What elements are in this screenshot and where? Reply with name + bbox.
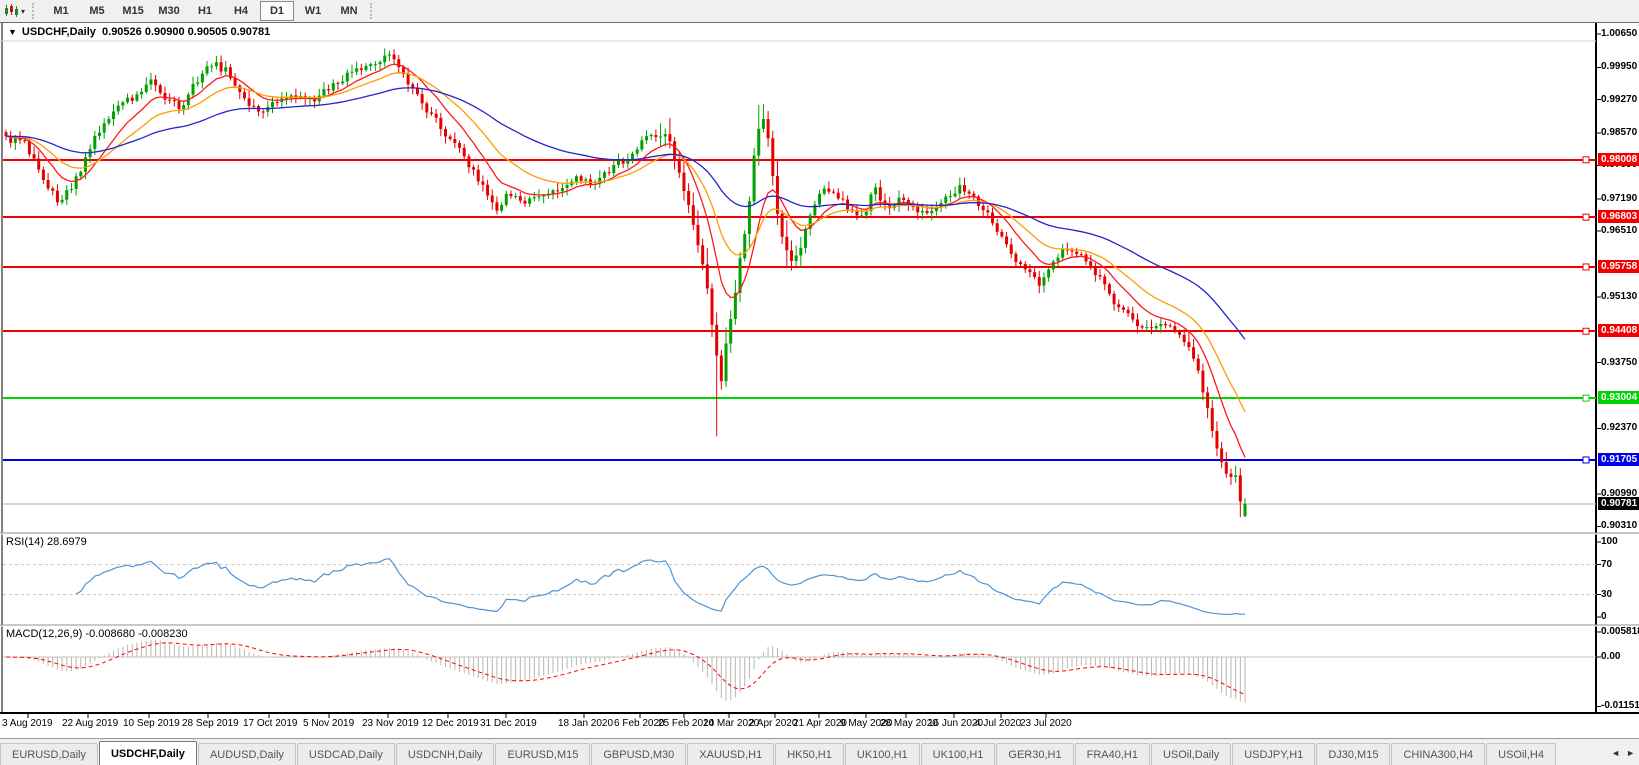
date-axis-label: 5 Nov 2019 <box>303 718 354 729</box>
chart-tab-dj30-m15[interactable]: DJ30,M15 <box>1316 743 1390 765</box>
date-axis-label: 21 Apr 2020 <box>793 718 847 729</box>
price-axis-tick: 0.98570 <box>1601 127 1637 138</box>
chart-tab-uk100-h1[interactable]: UK100,H1 <box>845 743 920 765</box>
date-axis-label: 2 Apr 2020 <box>749 718 797 729</box>
level-price-label: 0.94408 <box>1598 324 1639 337</box>
level-price-label: 0.93004 <box>1598 391 1639 404</box>
level-price-label: 0.95758 <box>1598 260 1639 273</box>
level-price-label: 0.96803 <box>1598 210 1639 223</box>
chart-tab-uk100-h1[interactable]: UK100,H1 <box>921 743 996 765</box>
symbol-title: USDCHF,Daily <box>22 26 96 38</box>
chart-tab-eurusd-m15[interactable]: EURUSD,M15 <box>495 743 590 765</box>
date-axis-label: 31 Dec 2019 <box>480 718 537 729</box>
timeframe-button-m5[interactable]: M5 <box>80 1 114 21</box>
candlestick-chart-icon[interactable] <box>3 4 19 18</box>
chart-tab-gbpusd-m30[interactable]: GBPUSD,M30 <box>591 743 686 765</box>
chart-tab-usoil-daily[interactable]: USOil,Daily <box>1151 743 1231 765</box>
level-price-label: 0.91705 <box>1598 453 1639 466</box>
level-price-label: 0.98008 <box>1598 153 1639 166</box>
rsi-axis-tick: 100 <box>1601 536 1618 547</box>
rsi-axis-tick: 30 <box>1601 589 1612 600</box>
date-axis-label: 12 Dec 2019 <box>422 718 479 729</box>
date-axis-label: 28 Sep 2019 <box>182 718 239 729</box>
chart-tab-xauusd-h1[interactable]: XAUUSD,H1 <box>687 743 774 765</box>
price-axis-tick: 1.00650 <box>1601 28 1637 39</box>
date-axis-label: 22 Aug 2019 <box>62 718 118 729</box>
price-axis-tick: 0.97190 <box>1601 193 1637 204</box>
date-axis-label: 10 Sep 2019 <box>123 718 180 729</box>
timeframe-button-w1[interactable]: W1 <box>296 1 330 21</box>
timeframe-button-mn[interactable]: MN <box>332 1 366 21</box>
chart-tab-usdcnh-daily[interactable]: USDCNH,Daily <box>396 743 495 765</box>
timeframe-button-m15[interactable]: M15 <box>116 1 150 21</box>
macd-axis-tick: 0.00 <box>1601 651 1620 662</box>
toolbar-grip[interactable] <box>32 3 37 19</box>
collapse-caret-icon[interactable]: ▼ <box>8 27 17 37</box>
date-axis-label: 3 Aug 2019 <box>2 718 53 729</box>
tab-scroll-arrows: ◄ ► <box>1607 742 1639 764</box>
macd-axis-tick: 0.005818 <box>1601 626 1639 637</box>
price-axis-tick: 0.93750 <box>1601 357 1637 368</box>
macd-axis-tick: -0.011514 <box>1601 700 1639 711</box>
chart-tab-hk50-h1[interactable]: HK50,H1 <box>775 743 844 765</box>
price-axis-tick: 0.95130 <box>1601 291 1637 302</box>
date-axis-label: 23 Jul 2020 <box>1020 718 1072 729</box>
timeframe-button-h1[interactable]: H1 <box>188 1 222 21</box>
tab-scroll-right-icon[interactable]: ► <box>1626 748 1635 758</box>
chart-title-bar: ▼ USDCHF,Daily 0.90526 0.90900 0.90505 0.… <box>8 26 270 38</box>
chart-tab-eurusd-daily[interactable]: EURUSD,Daily <box>0 743 98 765</box>
rsi-axis-tick: 0 <box>1601 611 1607 622</box>
symbol-tab-bar: EURUSD,DailyUSDCHF,DailyAUDUSD,DailyUSDC… <box>0 738 1639 765</box>
date-axis-label: 18 Jan 2020 <box>558 718 613 729</box>
rsi-label: RSI(14) 28.6979 <box>6 536 87 548</box>
price-axis-tick: 0.99270 <box>1601 94 1637 105</box>
timeframe-button-m1[interactable]: M1 <box>44 1 78 21</box>
rsi-axis-tick: 70 <box>1601 559 1612 570</box>
chart-canvas[interactable] <box>0 0 1639 764</box>
chart-tab-fra40-h1[interactable]: FRA40,H1 <box>1075 743 1150 765</box>
price-axis-tick: 0.99950 <box>1601 61 1637 72</box>
price-axis-tick: 0.92370 <box>1601 422 1637 433</box>
chart-tab-usdjpy-h1[interactable]: USDJPY,H1 <box>1232 743 1315 765</box>
chart-tab-usdcad-daily[interactable]: USDCAD,Daily <box>297 743 395 765</box>
timeframe-button-h4[interactable]: H4 <box>224 1 258 21</box>
ohlc-quote: 0.90526 0.90900 0.90505 0.90781 <box>102 26 270 38</box>
date-axis-label: 23 Nov 2019 <box>362 718 419 729</box>
price-axis-tick: 0.90310 <box>1601 520 1637 531</box>
chart-tab-usdchf-daily[interactable]: USDCHF,Daily <box>99 741 197 765</box>
chart-tab-audusd-daily[interactable]: AUDUSD,Daily <box>198 743 296 765</box>
chevron-down-icon[interactable]: ▾ <box>21 7 25 16</box>
date-axis-label: 17 Oct 2019 <box>243 718 297 729</box>
date-axis-label: 4 Jul 2020 <box>975 718 1021 729</box>
toolbar-grip-end[interactable] <box>370 3 375 19</box>
chart-tab-usoil-h4[interactable]: USOil,H4 <box>1486 743 1556 765</box>
price-axis-tick: 0.96510 <box>1601 225 1637 236</box>
timeframe-toolbar: ▾ M1M5M15M30H1H4D1W1MN <box>0 0 1639 23</box>
timeframe-button-m30[interactable]: M30 <box>152 1 186 21</box>
timeframe-button-d1[interactable]: D1 <box>260 1 294 21</box>
tab-scroll-left-icon[interactable]: ◄ <box>1611 748 1620 758</box>
macd-label: MACD(12,26,9) -0.008680 -0.008230 <box>6 628 188 640</box>
chart-tab-ger30-h1[interactable]: GER30,H1 <box>996 743 1073 765</box>
chart-tab-china300-h4[interactable]: CHINA300,H4 <box>1391 743 1485 765</box>
current-price-label: 0.90781 <box>1598 497 1639 510</box>
